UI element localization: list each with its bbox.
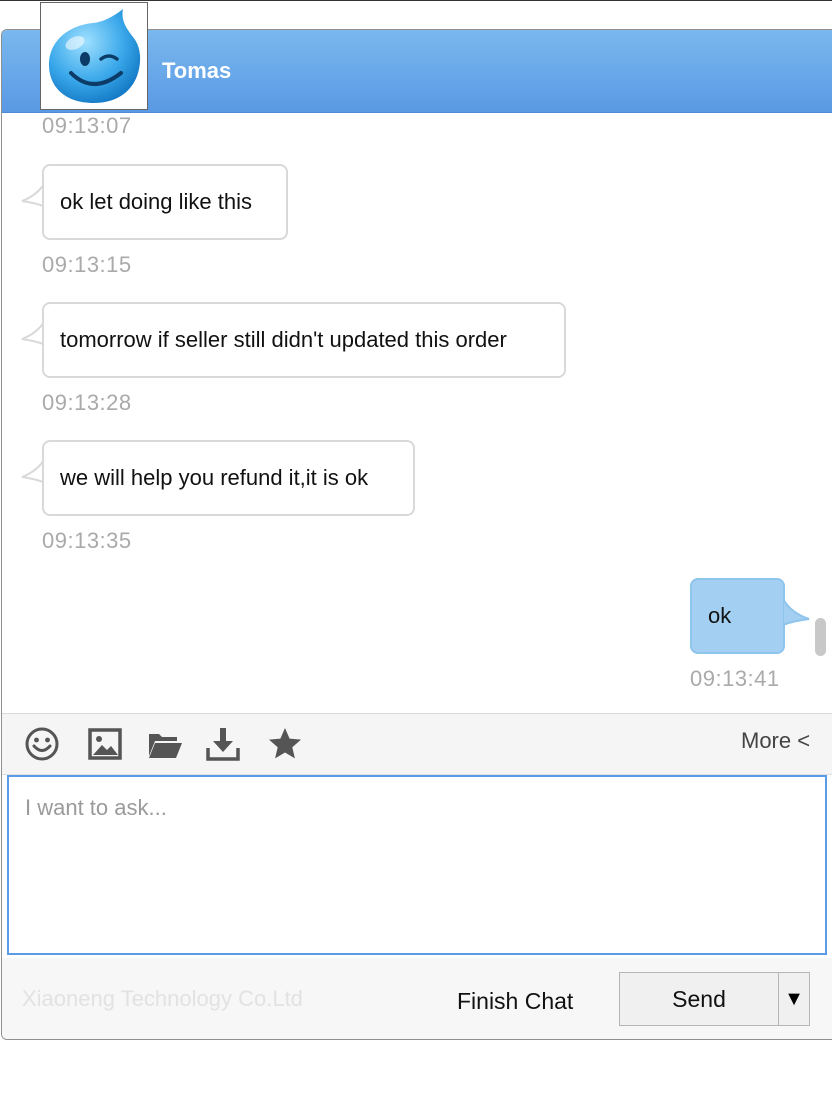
send-button[interactable]: Send [620, 973, 778, 1025]
image-icon[interactable] [87, 726, 123, 762]
incoming-message-bubble: we will help you refund it,it is ok [42, 440, 415, 516]
window-top-edge [0, 0, 832, 1]
branding-text: Xiaoneng Technology Co.Ltd [22, 986, 303, 1011]
message-timestamp: 09:13:41 [690, 666, 780, 691]
message-timestamp: 09:13:15 [42, 252, 132, 277]
send-button-group: Send ▼ [619, 972, 810, 1026]
outgoing-message-bubble: ok [690, 578, 785, 654]
emoji-icon[interactable] [24, 726, 60, 762]
chat-footer: Xiaoneng Technology Co.Ltd Finish Chat S… [2, 958, 832, 1039]
message-input[interactable] [7, 775, 827, 955]
chat-window: Tomas 09:13:07 ok let doing like this 09… [1, 29, 832, 1040]
bubble-tail [782, 595, 811, 632]
incoming-message-bubble: tomorrow if seller still didn't updated … [42, 302, 566, 378]
agent-avatar [40, 2, 148, 110]
agent-name: Tomas [162, 58, 232, 83]
folder-icon[interactable] [147, 726, 183, 762]
incoming-message-bubble: ok let doing like this [42, 164, 288, 240]
message-text: tomorrow if seller still didn't updated … [60, 327, 507, 352]
more-button[interactable]: More < [741, 728, 810, 754]
download-icon[interactable] [205, 726, 241, 762]
chat-toolbar: More < [2, 713, 832, 775]
message-timestamp: 09:13:35 [42, 528, 132, 553]
message-list[interactable]: 09:13:07 ok let doing like this 09:13:15… [2, 113, 822, 714]
star-icon[interactable] [267, 726, 303, 762]
message-text: ok let doing like this [60, 189, 252, 214]
send-options-dropdown[interactable]: ▼ [779, 973, 809, 1025]
winking-droplet-icon [49, 9, 141, 103]
message-timestamp: 09:13:07 [42, 113, 132, 138]
message-timestamp: 09:13:28 [42, 390, 132, 415]
message-text: we will help you refund it,it is ok [60, 465, 369, 490]
message-text: ok [708, 603, 732, 628]
finish-chat-button[interactable]: Finish Chat [457, 988, 573, 1015]
scrollbar-thumb[interactable] [815, 618, 826, 656]
